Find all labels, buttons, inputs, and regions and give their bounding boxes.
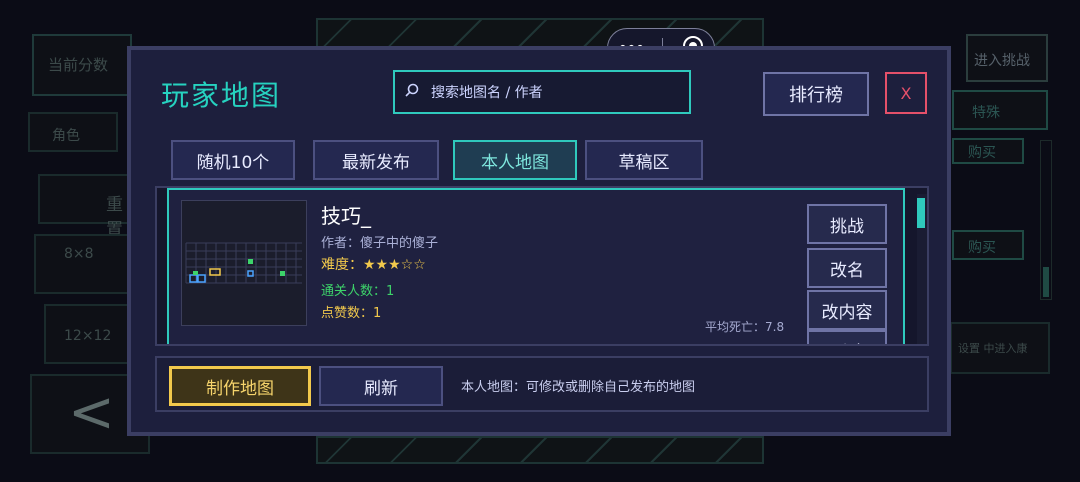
buy-1-label: 购买 <box>968 145 996 161</box>
rename-button[interactable]: 改名 <box>807 248 887 288</box>
tab-random[interactable]: 随机10个 <box>171 140 295 180</box>
settings-hint: 设置 中进入康 <box>958 342 1028 355</box>
size-8-label: 8×8 <box>64 246 94 262</box>
edit-content-button[interactable]: 改内容 <box>807 290 887 330</box>
role-tab[interactable]: 角色 <box>28 112 118 152</box>
settings-hint-panel: 设置 中进入康 <box>950 322 1050 374</box>
refresh-button[interactable]: 刷新 <box>319 366 443 406</box>
map-list[interactable]: 技巧_ 作者：傻子中的傻子 难度：★★★☆☆ 通关人数：1 点赞数：1 平均死亡… <box>155 186 929 346</box>
map-author: 作者：傻子中的傻子 <box>321 236 439 251</box>
map-name: 技巧_ <box>321 204 371 228</box>
map-thumbnail <box>181 200 307 326</box>
size-12-label: 12×12 <box>64 328 112 344</box>
tab-my-maps[interactable]: 本人地图 <box>453 140 577 180</box>
map-difficulty: 难度：★★★☆☆ <box>321 254 426 274</box>
role-tab-label: 角色 <box>52 128 80 144</box>
dialog-title: 玩家地图 <box>161 79 282 112</box>
enter-challenge-label: 进入挑战 <box>974 53 1030 69</box>
buy-2-label: 购买 <box>968 240 996 256</box>
create-map-button[interactable]: 制作地图 <box>169 366 311 406</box>
map-card[interactable]: 技巧_ 作者：傻子中的傻子 难度：★★★☆☆ 通关人数：1 点赞数：1 平均死亡… <box>167 188 905 344</box>
leaderboard-button[interactable]: 排行榜 <box>763 72 869 116</box>
bg-scrollbar-thumb[interactable] <box>1043 267 1049 297</box>
difficulty-label: 难度： <box>321 257 363 273</box>
tab-drafts[interactable]: 草稿区 <box>585 140 703 180</box>
board-bottom-strip <box>316 436 764 464</box>
list-scrollbar-thumb[interactable] <box>917 198 925 228</box>
search-input[interactable]: 搜索地图名 / 作者 <box>393 70 691 114</box>
buy-button-2[interactable]: 购买 <box>952 230 1024 260</box>
size-option-8[interactable]: 8×8 <box>34 234 134 294</box>
back-arrow-icon: < <box>68 380 115 445</box>
search-placeholder: 搜索地图名 / 作者 <box>431 85 543 101</box>
bg-scrollbar[interactable] <box>1040 140 1052 300</box>
close-button[interactable]: X <box>885 72 927 114</box>
score-panel: 当前分数 <box>32 34 132 96</box>
enter-challenge-button[interactable]: 进入挑战 <box>966 34 1048 82</box>
player-maps-dialog: 玩家地图 搜索地图名 / 作者 排行榜 X 随机10个 最新发布 本人地图 草稿… <box>127 46 951 436</box>
map-likes: 点赞数：1 <box>321 306 382 321</box>
difficulty-stars: ★★★☆☆ <box>363 257 426 273</box>
tab-latest[interactable]: 最新发布 <box>313 140 439 180</box>
buy-button-1[interactable]: 购买 <box>952 138 1024 164</box>
reset-button[interactable]: 重置 <box>38 174 138 240</box>
size-option-12[interactable]: 12×12 <box>44 304 134 364</box>
search-icon <box>405 83 419 101</box>
tab-hint-text: 本人地图：可修改或删除自己发布的地图 <box>461 380 696 395</box>
challenge-button[interactable]: 挑战 <box>807 204 887 244</box>
score-label: 当前分数 <box>48 56 109 74</box>
map-preview-grid <box>185 242 302 284</box>
list-scrollbar[interactable] <box>917 194 927 344</box>
map-avg-death: 平均死亡：7.8 <box>705 320 785 334</box>
bottom-toolbar: 制作地图 刷新 本人地图：可修改或删除自己发布的地图 <box>155 356 929 412</box>
delete-button[interactable]: 删除 <box>807 330 887 344</box>
special-tab[interactable]: 特殊 <box>952 90 1048 130</box>
map-clears: 通关人数：1 <box>321 284 395 299</box>
special-label: 特殊 <box>972 105 1000 121</box>
